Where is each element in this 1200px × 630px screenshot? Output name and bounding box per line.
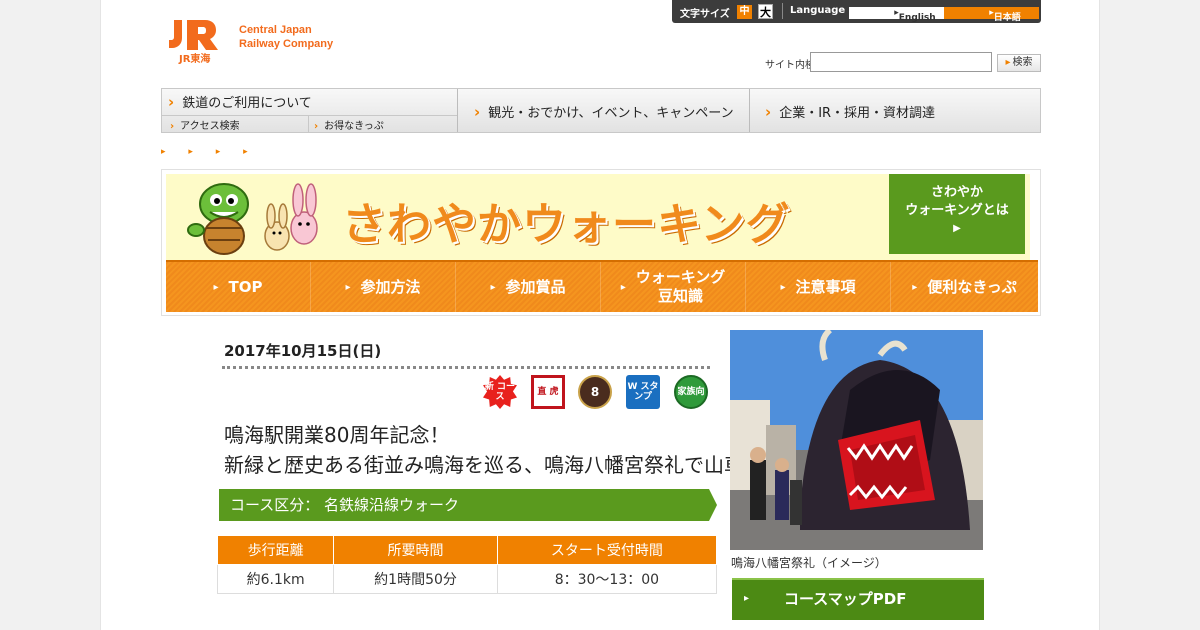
tab-label: 注意事項 bbox=[795, 277, 856, 296]
mascot-characters-icon bbox=[187, 183, 318, 255]
tab-label: ウォーキング 豆知識 bbox=[635, 268, 726, 305]
w-stamp-badge-icon: W スタンプ bbox=[626, 375, 660, 409]
nav-ticket-label: お得なきっぷ bbox=[324, 121, 384, 132]
table-header-time: 所要時間 bbox=[333, 535, 498, 565]
nav-divider bbox=[457, 89, 458, 132]
jr-logo-icon[interactable]: JR東海 bbox=[167, 18, 227, 65]
tab-label: 便利なきっぷ bbox=[927, 277, 1017, 296]
company-name-line1: Central Japan bbox=[239, 24, 312, 36]
tab-label: 参加方法 bbox=[360, 277, 421, 296]
nav-subdivider-v bbox=[308, 116, 309, 132]
nav-railway[interactable]: 鉄道のご利用について bbox=[168, 92, 312, 111]
about-walking-button[interactable]: さわやか ウォーキングとは ▶ bbox=[889, 174, 1025, 254]
about-arrow-icon: ▶ bbox=[953, 223, 961, 234]
nav-railway-label: 鉄道のご利用について bbox=[182, 96, 312, 111]
font-size-large-button[interactable]: 大 bbox=[758, 4, 773, 19]
table-cell-reception: 8：30～13：00 bbox=[496, 564, 718, 594]
company-name-line2: Railway Company bbox=[239, 38, 334, 50]
font-size-label: 文字サイズ bbox=[680, 9, 730, 20]
table-header-reception: スタート受付時間 bbox=[496, 535, 718, 565]
new-course-badge-icon: 新 コース bbox=[483, 375, 517, 409]
tab-how-to-join[interactable]: 参加方法 bbox=[311, 262, 456, 312]
global-nav: 鉄道のご利用について アクセス検索 お得なきっぷ 観光・おでかけ、イベント、キャ… bbox=[161, 88, 1041, 133]
about-line1: さわやか bbox=[930, 185, 983, 200]
walking-banner: さわやかウォーキング さわやか ウォーキングとは ▶ TOP 参加方法 参加賞品… bbox=[161, 169, 1041, 316]
tab-label: 参加賞品 bbox=[505, 277, 566, 296]
lang-japanese-text: 日本語 bbox=[993, 13, 1021, 23]
festival-photo bbox=[730, 330, 983, 550]
utility-bar: 文字サイズ 中 大 Language ▸ English ▸ 日本語 bbox=[672, 0, 1041, 23]
utility-divider bbox=[782, 3, 783, 19]
page: JR東海 Central Japan Railway Company 文字サイズ… bbox=[100, 0, 1100, 630]
table-header-distance: 歩行距離 bbox=[216, 535, 335, 565]
tab-prizes[interactable]: 参加賞品 bbox=[456, 262, 601, 312]
tab-notes[interactable]: 注意事項 bbox=[746, 262, 891, 312]
course-category-bar: コース区分： 名鉄線沿線ウォーク bbox=[219, 489, 709, 521]
course-bar-arrow bbox=[709, 489, 717, 521]
nav-access-search[interactable]: アクセス検索 bbox=[170, 117, 240, 132]
banner-title: さわやかウォーキング bbox=[342, 199, 791, 250]
photo-caption: 鳴海八幡宮祭礼（イメージ） bbox=[731, 556, 887, 570]
nav-tourism-label: 観光・おでかけ、イベント、キャンペーン bbox=[488, 106, 734, 121]
family-badge-icon: 家族向 bbox=[674, 375, 708, 409]
banner-tabs: TOP 参加方法 参加賞品 ウォーキング 豆知識 注意事項 便利なきっぷ bbox=[166, 260, 1038, 314]
search-input[interactable] bbox=[810, 52, 992, 72]
language-label: Language bbox=[790, 5, 846, 16]
nav-discount-ticket[interactable]: お得なきっぷ bbox=[314, 117, 384, 132]
dotted-divider bbox=[222, 366, 710, 369]
naotora-badge-icon: 直 虎 bbox=[531, 375, 565, 409]
nav-access-label: アクセス検索 bbox=[180, 121, 240, 132]
nav-subdivider bbox=[162, 115, 457, 116]
lang-english-link[interactable]: ▸ English bbox=[849, 7, 944, 23]
nav-divider bbox=[749, 89, 750, 132]
search-button[interactable]: 検索 bbox=[997, 54, 1041, 72]
logo-mark-text: JR東海 bbox=[179, 54, 211, 65]
table-cell-distance: 約6.1km bbox=[216, 564, 335, 594]
nav-corporate[interactable]: 企業・IR・採用・資材調達 bbox=[765, 102, 935, 121]
tab-tickets[interactable]: 便利なきっぷ bbox=[891, 262, 1038, 312]
tab-walking-tips[interactable]: ウォーキング 豆知識 bbox=[601, 262, 746, 312]
course-map-pdf-button[interactable]: コースマップPDF bbox=[732, 578, 984, 620]
lang-japanese-link[interactable]: ▸ 日本語 bbox=[944, 7, 1039, 23]
nav-tourism[interactable]: 観光・おでかけ、イベント、キャンペーン bbox=[474, 102, 734, 121]
event-date: 2017年10月15日(日) bbox=[224, 342, 382, 360]
lang-english-text: English bbox=[898, 13, 936, 23]
tab-label: TOP bbox=[228, 277, 263, 296]
breadcrumb[interactable]: ▸ ▸ ▸ ▸ bbox=[161, 147, 258, 157]
company-name: Central Japan Railway Company bbox=[239, 23, 333, 51]
about-line2: ウォーキングとは bbox=[905, 203, 1009, 218]
course-info-table: 歩行距離 所要時間 スタート受付時間 約6.1km 約1時間50分 8：30～1… bbox=[216, 535, 718, 594]
font-size-medium-button[interactable]: 中 bbox=[737, 5, 752, 19]
80th-anniversary-badge-icon: 8 bbox=[578, 375, 612, 409]
nav-corporate-label: 企業・IR・採用・資材調達 bbox=[779, 106, 936, 121]
table-cell-time: 約1時間50分 bbox=[333, 564, 498, 594]
tab-top[interactable]: TOP bbox=[166, 262, 311, 312]
